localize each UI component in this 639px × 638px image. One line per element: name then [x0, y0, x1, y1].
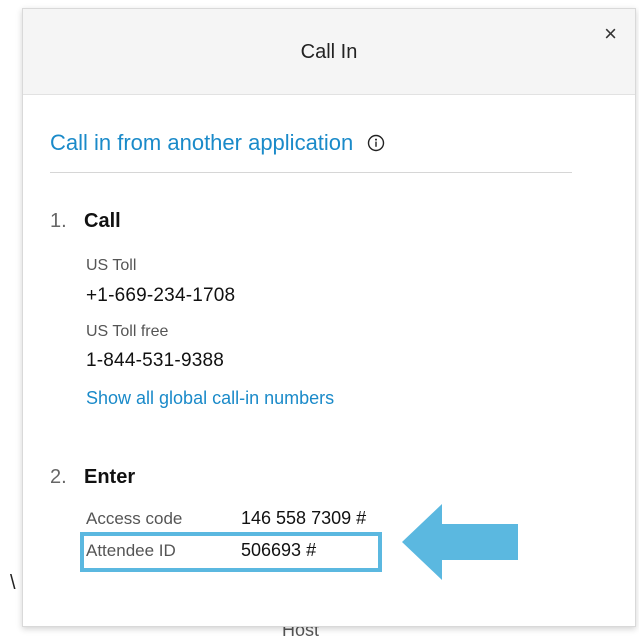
arrow-left-icon [402, 504, 518, 580]
dialog-title: Call In [300, 41, 358, 63]
step-call: 1. Call [50, 210, 121, 233]
access-code-label: Access code [86, 509, 183, 528]
close-icon[interactable]: × [604, 23, 617, 45]
info-icon[interactable] [367, 134, 385, 152]
section-divider [50, 172, 572, 173]
us-toll-label: US Toll [86, 257, 137, 274]
access-code-row: Access code 146 558 7309 # [86, 508, 366, 529]
step-enter: 2. Enter [50, 466, 135, 489]
screen: \ Host Call In × Call in from another ap… [0, 0, 639, 638]
access-code-value: 146 558 7309 # [241, 508, 367, 528]
us-toll-free-number: 1-844-531-9388 [86, 350, 225, 371]
section-title-text: Call in from another application [50, 130, 354, 155]
us-toll-number: +1-669-234-1708 [86, 285, 236, 306]
step-number: 1. [50, 210, 67, 232]
step-number: 2. [50, 466, 67, 488]
us-toll-free-label: US Toll free [86, 323, 169, 340]
step-title: Call [84, 210, 121, 232]
attendee-id-highlight-box [80, 532, 382, 572]
step-title: Enter [84, 466, 136, 488]
background-fragment: \ [10, 572, 16, 594]
dialog-header: Call In × [23, 9, 635, 95]
show-global-numbers-link[interactable]: Show all global call-in numbers [86, 388, 334, 409]
section-title: Call in from another application [50, 130, 385, 156]
